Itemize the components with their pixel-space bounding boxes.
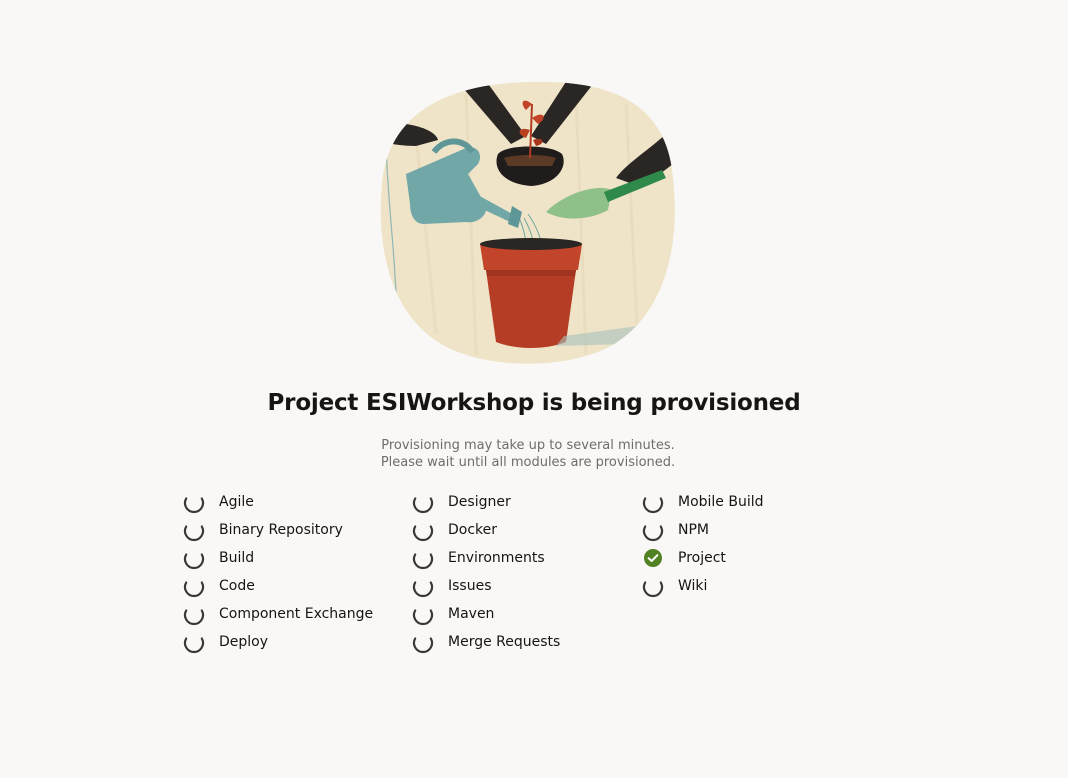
spinner-icon [411,574,435,598]
spinner-icon [411,630,435,654]
provisioning-page: Project ESIWorkshop is being provisioned… [0,0,1068,778]
module-label: Project [678,550,726,566]
module-label: Binary Repository [219,522,343,538]
module-item: Designer [411,488,641,516]
spinner-icon [182,490,206,514]
check-circle-icon [641,546,665,570]
module-label: Maven [448,606,495,622]
module-label: Deploy [219,634,269,650]
spinner-icon [411,490,435,514]
module-list: Agile Binary Repository Build Code Component… [182,488,882,656]
module-label: Build [219,550,255,566]
module-item: Docker [411,516,641,544]
spinner-icon [182,602,206,626]
module-item: Deploy [182,628,411,656]
module-item: Project [641,544,870,572]
module-label: NPM [678,522,709,538]
module-label: Component Exchange [219,606,374,622]
module-item: Issues [411,572,641,600]
module-item: Build [182,544,411,572]
module-label: Environments [448,550,545,566]
planting-illustration [380,81,675,364]
module-item: Wiki [641,572,870,600]
module-item: Component Exchange [182,600,411,628]
module-column-1: Agile Binary Repository Build Code Component… [182,488,411,656]
module-label: Merge Requests [448,634,561,650]
module-label: Issues [448,578,492,594]
spinner-icon [182,546,206,570]
module-label: Code [219,578,255,594]
spinner-icon [182,630,206,654]
module-item: Maven [411,600,641,628]
module-label: Agile [219,494,254,510]
spinner-icon [182,518,206,542]
spinner-icon [641,518,665,542]
module-label: Mobile Build [678,494,764,510]
spinner-icon [411,602,435,626]
provisioning-note-line-2: Please wait until all modules are provis… [380,455,676,470]
module-label: Wiki [678,578,708,594]
provisioning-note-line-1: Provisioning may take up to several minu… [381,438,675,453]
module-item: Mobile Build [641,488,870,516]
spinner-icon [641,574,665,598]
module-item: Agile [182,488,411,516]
provisioning-note: Provisioning may take up to several minu… [0,437,1056,471]
module-column-2: Designer Docker Environments Issues Maven Mer… [411,488,641,656]
module-label: Docker [448,522,498,538]
spinner-icon [182,574,206,598]
module-item: Environments [411,544,641,572]
module-item: NPM [641,516,870,544]
spinner-icon [411,518,435,542]
page-title: Project ESIWorkshop is being provisioned [267,390,801,416]
module-item: Binary Repository [182,516,411,544]
module-item: Code [182,572,411,600]
module-column-3: Mobile Build NPM Project Wiki [641,488,870,656]
spinner-icon [411,546,435,570]
spinner-icon [641,490,665,514]
module-item: Merge Requests [411,628,641,656]
module-label: Designer [448,494,511,510]
